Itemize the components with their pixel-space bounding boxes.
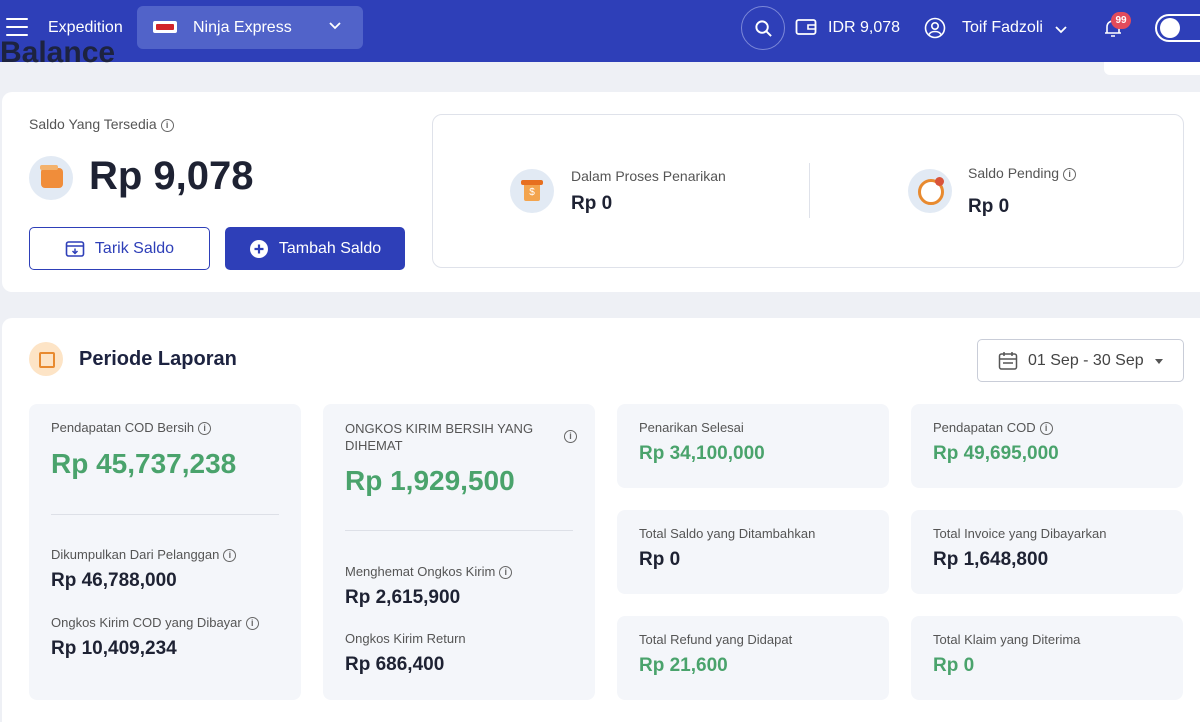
wallet-icon bbox=[795, 19, 817, 35]
stat-label: Ongkos Kirim Return bbox=[345, 631, 466, 646]
balance-status-box: Dalam Proses Penarikan Rp 0 Saldo Pendin… bbox=[432, 114, 1184, 268]
shipping-savings-card: ONGKOS KIRIM BERSIH YANG DIHEMAT i Rp 1,… bbox=[323, 404, 595, 700]
theme-toggle[interactable] bbox=[1155, 14, 1200, 42]
stat-value: Rp 1,929,500 bbox=[345, 465, 515, 496]
info-icon[interactable]: i bbox=[245, 617, 259, 631]
user-icon bbox=[924, 17, 946, 39]
report-icon bbox=[29, 342, 63, 376]
stat-value: Rp 10,409,234 bbox=[51, 638, 177, 659]
divider bbox=[345, 530, 573, 531]
user-name[interactable]: Toif Fadzoli bbox=[962, 19, 1043, 37]
info-icon[interactable]: i bbox=[223, 549, 237, 563]
stat-label: Total Saldo yang Ditambahkan bbox=[639, 526, 816, 541]
chevron-down-icon[interactable] bbox=[1053, 21, 1069, 37]
claims-card: Total Klaim yang Diterima Rp 0 bbox=[911, 616, 1183, 700]
stat-label: Pendapatan COD Bersih i bbox=[51, 420, 212, 436]
clock-icon bbox=[908, 169, 952, 213]
withdraw-button[interactable]: Tarik Saldo bbox=[29, 227, 210, 270]
date-range-picker[interactable]: 01 Sep - 30 Sep bbox=[977, 339, 1184, 382]
cod-income-card: Pendapatan COD i Rp 49,695,000 bbox=[911, 404, 1183, 488]
toggle-knob bbox=[1160, 18, 1180, 38]
courier-name: Ninja Express bbox=[193, 19, 292, 36]
stat-value: Rp 49,695,000 bbox=[933, 443, 1059, 464]
caret-down-icon bbox=[1155, 359, 1163, 364]
in-process-label: Dalam Proses Penarikan bbox=[571, 168, 726, 184]
wallet-icon bbox=[29, 156, 73, 200]
available-balance-label: Saldo Yang Tersedia i bbox=[29, 116, 174, 132]
stat-label-text: Ongkos Kirim COD yang Dibayar bbox=[51, 615, 242, 630]
stat-label-text: Menghemat Ongkos Kirim bbox=[345, 564, 496, 579]
divider bbox=[809, 163, 810, 218]
stat-label: Total Klaim yang Diterima bbox=[933, 632, 1081, 647]
stat-label: Menghemat Ongkos Kirim i bbox=[345, 564, 513, 580]
info-icon[interactable]: i bbox=[564, 430, 577, 443]
pending-label-text: Saldo Pending bbox=[968, 165, 1060, 181]
pending-label: Saldo Pending i bbox=[968, 165, 1077, 181]
divider bbox=[51, 514, 279, 515]
atm-withdraw-icon bbox=[510, 169, 554, 213]
available-balance-label-text: Saldo Yang Tersedia bbox=[29, 116, 157, 132]
stat-value: Rp 0 bbox=[639, 549, 681, 570]
stat-label: Dikumpulkan Dari Pelanggan i bbox=[51, 547, 237, 563]
info-icon[interactable]: i bbox=[1039, 422, 1053, 436]
info-icon[interactable]: i bbox=[198, 422, 212, 436]
stat-label-text: Pendapatan COD Bersih bbox=[51, 420, 195, 435]
header-balance[interactable]: IDR 9,078 bbox=[828, 19, 900, 37]
balance-added-card: Total Saldo yang Ditambahkan Rp 0 bbox=[617, 510, 889, 594]
withdraw-button-label: Tarik Saldo bbox=[94, 239, 175, 257]
withdraw-icon bbox=[65, 240, 85, 257]
ninja-express-logo-icon bbox=[153, 21, 177, 33]
stat-value: Rp 1,648,800 bbox=[933, 549, 1049, 570]
stat-label: Total Invoice yang Dibayarkan bbox=[933, 526, 1107, 541]
topup-button-label: Tambah Saldo bbox=[278, 239, 382, 257]
stat-label: Total Refund yang Didapat bbox=[639, 632, 793, 647]
available-balance-amount: Rp 9,078 bbox=[89, 154, 254, 198]
courier-select[interactable]: Ninja Express bbox=[137, 6, 363, 49]
stat-value: Rp 0 bbox=[933, 655, 975, 676]
cod-net-income-card: Pendapatan COD Bersih i Rp 45,737,238 Dik… bbox=[29, 404, 301, 700]
stat-value: Rp 45,737,238 bbox=[51, 448, 237, 479]
search-icon bbox=[755, 20, 772, 37]
withdrawn-card: Penarikan Selesai Rp 34,100,000 bbox=[617, 404, 889, 488]
stat-value: Rp 46,788,000 bbox=[51, 570, 177, 591]
stat-label: Pendapatan COD i bbox=[933, 420, 1053, 436]
stat-label-text: Pendapatan COD bbox=[933, 420, 1036, 435]
top-bar: Expedition Ninja Express IDR 9,078 Toif … bbox=[0, 0, 1200, 62]
balance-card: Saldo Yang Tersedia i Rp 9,078 Tarik Sald… bbox=[2, 92, 1200, 292]
info-icon[interactable]: i bbox=[499, 566, 513, 580]
stat-value: Rp 34,100,000 bbox=[639, 443, 765, 464]
pending-value: Rp 0 bbox=[968, 196, 1010, 217]
stat-label-text: Dikumpulkan Dari Pelanggan bbox=[51, 547, 220, 562]
notification-badge: 99 bbox=[1111, 12, 1131, 29]
in-process-value: Rp 0 bbox=[571, 193, 613, 214]
report-title: Periode Laporan bbox=[79, 348, 237, 370]
info-icon[interactable]: i bbox=[160, 118, 174, 132]
calendar-icon bbox=[998, 352, 1018, 370]
refund-card: Total Refund yang Didapat Rp 21,600 bbox=[617, 616, 889, 700]
report-card: Periode Laporan 01 Sep - 30 Sep Pendapat… bbox=[2, 318, 1200, 722]
topup-button[interactable]: Tambah Saldo bbox=[225, 227, 405, 270]
hamburger-menu-icon[interactable] bbox=[6, 18, 28, 36]
stat-label: Ongkos Kirim COD yang Dibayar i bbox=[51, 615, 259, 631]
stat-label: ONGKOS KIRIM BERSIH YANG DIHEMAT bbox=[345, 421, 534, 453]
page-heading: Balance bbox=[0, 36, 116, 69]
search-button[interactable] bbox=[741, 6, 785, 50]
stat-label: Penarikan Selesai bbox=[639, 420, 744, 435]
invoice-paid-card: Total Invoice yang Dibayarkan Rp 1,648,8… bbox=[911, 510, 1183, 594]
chevron-down-icon bbox=[329, 22, 341, 30]
plus-circle-icon bbox=[249, 239, 268, 258]
stat-value: Rp 686,400 bbox=[345, 654, 445, 675]
date-range-text: 01 Sep - 30 Sep bbox=[1028, 352, 1144, 369]
heading-action-area bbox=[1104, 62, 1200, 75]
info-icon[interactable]: i bbox=[1063, 167, 1077, 181]
stat-value: Rp 2,615,900 bbox=[345, 587, 461, 608]
stat-value: Rp 21,600 bbox=[639, 655, 728, 676]
